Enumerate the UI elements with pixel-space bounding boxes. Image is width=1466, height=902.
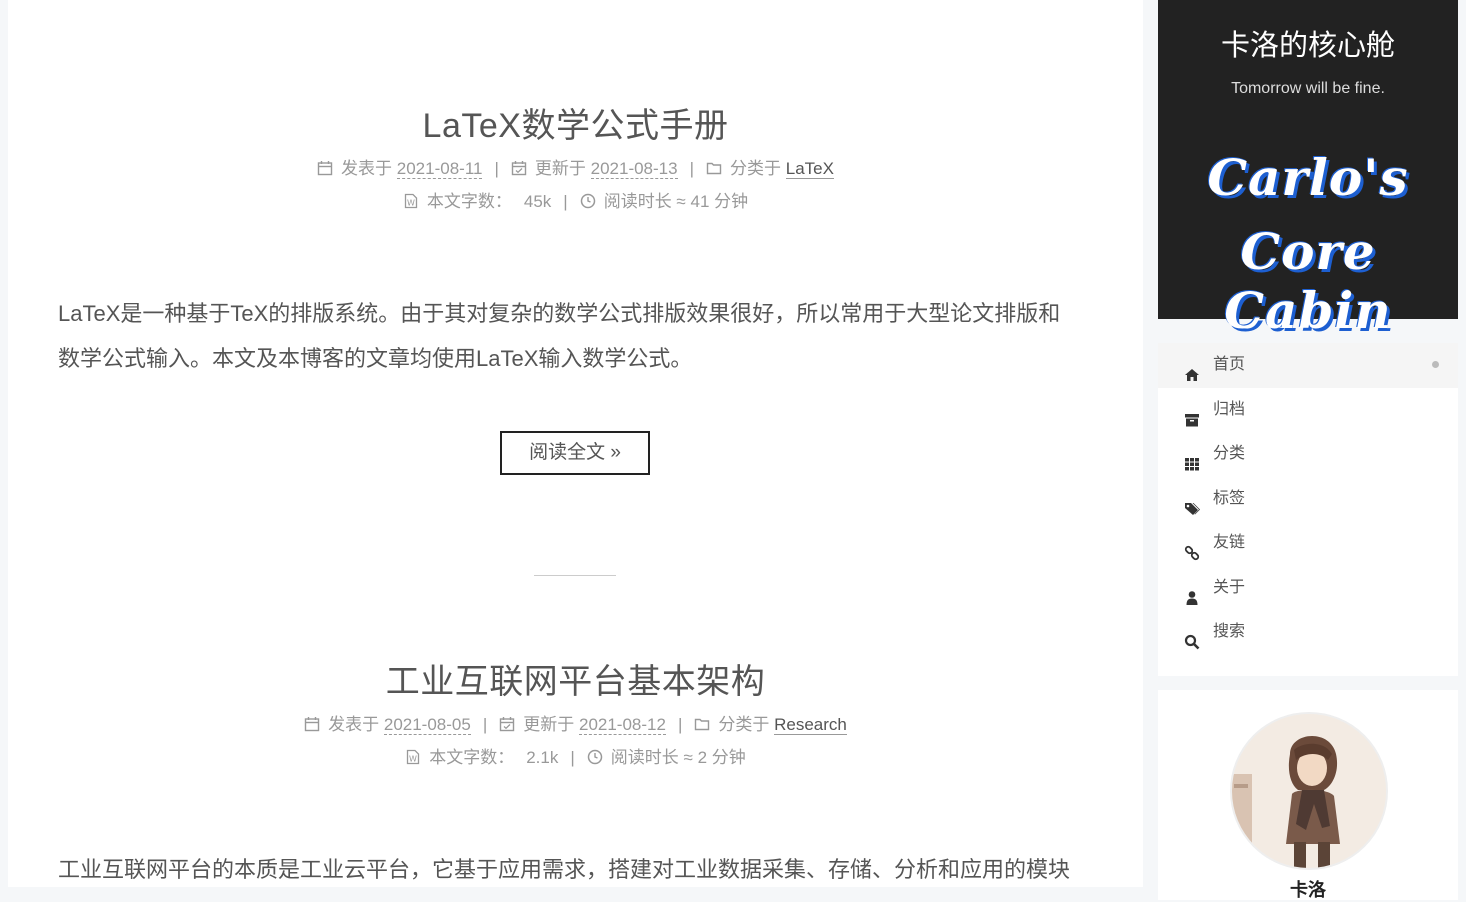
menu-item-search[interactable]: 搜索 [1158, 610, 1458, 655]
wordcount-value: 2.1k [526, 748, 559, 767]
post-divider [534, 575, 616, 576]
word-file-icon: W [405, 749, 421, 765]
folder-icon [694, 716, 710, 732]
folder-icon [706, 160, 722, 176]
menu-item-label: 分类 [1213, 445, 1246, 462]
post-title-link[interactable]: LaTeX数学公式手册 [8, 98, 1143, 147]
calendar-icon [317, 160, 333, 176]
author-name: 卡洛 [1290, 880, 1326, 900]
post-stats: W 本文字数： 45k | 阅读时长 ≈ 41 分钟 [8, 187, 1143, 212]
site-logo-line: Carlo's [1207, 148, 1409, 207]
category-link[interactable]: Research [774, 715, 847, 735]
meta-separator: | [494, 159, 499, 178]
meta-separator: | [689, 159, 695, 178]
excerpt-line: 数学公式输入。本文及本博客的文章均使用LaTeX输入数学公式。 [58, 346, 693, 371]
search-icon [1184, 624, 1200, 650]
posted-date: 2021-08-05 [383, 715, 471, 735]
menu-item-tags[interactable]: 标签 [1158, 477, 1458, 522]
site-subtitle: Tomorrow will be fine. [1231, 80, 1385, 97]
menu-item-label: 搜索 [1213, 623, 1246, 640]
svg-text:W: W [407, 199, 415, 208]
meta-separator: | [570, 748, 575, 767]
meta-separator: | [563, 192, 568, 211]
readtime-value: 41 分钟 [690, 192, 749, 211]
meta-separator: | [677, 715, 683, 734]
site-nav-menu: 首页 归档 分类 标签 友链 关于 搜索 [1158, 343, 1458, 676]
user-icon [1184, 580, 1200, 605]
readtime-label: 阅读时长 ≈ [610, 748, 693, 767]
menu-item-archives[interactable]: 归档 [1158, 388, 1458, 433]
tags-icon [1184, 491, 1200, 515]
menu-item-label: 关于 [1213, 578, 1246, 596]
svg-text:W: W [409, 755, 417, 764]
wordcount-value: 45k [523, 192, 552, 211]
wordcount-label: 本文字数： [429, 748, 515, 767]
menu-item-label: 归档 [1213, 400, 1246, 418]
post-meta: 发表于 2021-08-11 | 更新于 2021-08-13 | 分类于 LaTe… [8, 154, 1143, 179]
updated-date: 2021-08-13 [590, 159, 678, 179]
posted-label: 发表于 [328, 715, 380, 734]
home-icon [1184, 357, 1200, 381]
clock-icon [580, 193, 596, 209]
site-logo-line: Core Cabin [1224, 222, 1392, 340]
active-indicator-dot [1432, 361, 1439, 368]
post-stats: W 本文字数： 2.1k | 阅读时长 ≈ 2 分钟 [8, 743, 1143, 768]
link-icon [1184, 535, 1200, 561]
calendar-check-icon [511, 160, 527, 176]
menu-item-label: 标签 [1213, 489, 1246, 507]
author-panel: 卡洛 [1158, 690, 1458, 900]
posted-date: 2021-08-11 [396, 159, 483, 179]
wordcount-label: 本文字数： [426, 192, 512, 211]
menu-item-label: 友链 [1213, 534, 1246, 551]
category-label: 分类于 [730, 159, 782, 178]
post-excerpt: LaTeX是一种基于TeX的排版系统。由于其对复杂的数学公式排版效果很好，所以常… [58, 291, 1108, 381]
updated-label: 更新于 [523, 715, 575, 734]
clock-icon [587, 749, 603, 765]
calendar-icon [304, 716, 320, 732]
meta-separator: | [482, 715, 488, 734]
grid-icon [1184, 446, 1200, 471]
post-meta: 发表于 2021-08-05 | 更新于 2021-08-12 | 分类于 Rese… [8, 710, 1143, 735]
readtime-label: 阅读时长 ≈ [603, 192, 686, 211]
category-label: 分类于 [718, 715, 770, 734]
calendar-check-icon [499, 716, 515, 732]
excerpt-line: LaTeX是一种基于TeX的排版系统。由于其对复杂的数学公式排版效果很好，所以常… [58, 301, 1061, 326]
main-content: LaTeX数学公式手册 发表于 2021-08-11 | 更新于 2021-08-… [8, 0, 1143, 887]
author-avatar[interactable] [1230, 712, 1388, 870]
menu-item-home[interactable]: 首页 [1158, 343, 1458, 388]
menu-item-label: 首页 [1213, 356, 1246, 373]
menu-item-about[interactable]: 关于 [1158, 566, 1458, 611]
site-brand: 卡洛的核心舱 Tomorrow will be fine. Carlo's Co… [1158, 0, 1458, 340]
readtime-value: 2 分钟 [697, 748, 746, 767]
menu-item-categories[interactable]: 分类 [1158, 432, 1458, 477]
post-title-link[interactable]: 工业互联网平台基本架构 [8, 654, 1143, 703]
menu-item-links[interactable]: 友链 [1158, 521, 1458, 566]
updated-date: 2021-08-12 [578, 715, 666, 735]
post-excerpt: 工业互联网平台的本质是工业云平台，它基于应用需求，搭建对工业数据采集、存储、分析… [58, 847, 1108, 887]
category-link[interactable]: LaTeX [785, 159, 834, 179]
site-title-link[interactable]: 卡洛的核心舱 [1158, 22, 1458, 64]
excerpt-line: 工业互联网平台的本质是工业云平台，它基于应用需求，搭建对工业数据采集、存储、分析… [58, 857, 1071, 882]
read-more-button[interactable]: 阅读全文 » [500, 431, 650, 475]
updated-label: 更新于 [534, 159, 586, 178]
posted-label: 发表于 [341, 159, 393, 178]
archive-icon [1184, 402, 1200, 426]
word-file-icon: W [403, 193, 419, 209]
